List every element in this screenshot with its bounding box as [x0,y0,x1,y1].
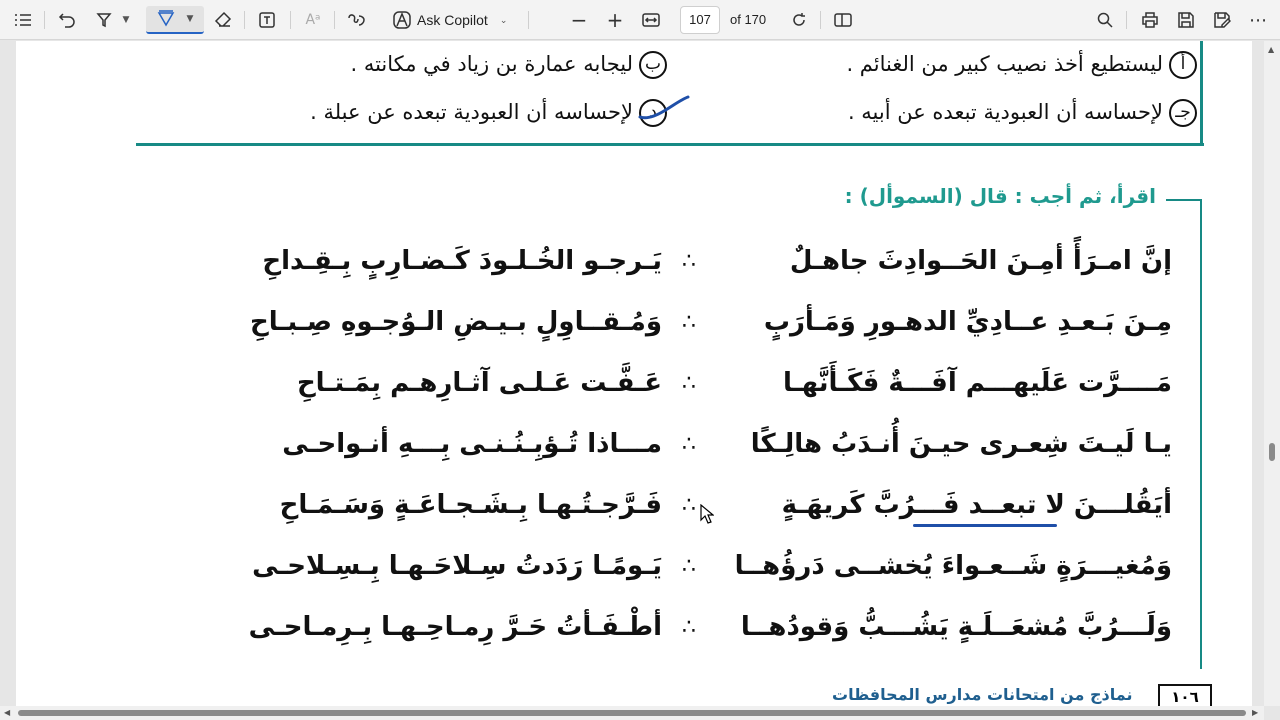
frame-border [1200,41,1203,146]
toolbar-divider [528,11,529,29]
answer-choice-a: أليستطيع أخذ نصيب كبير من الغنائم . [846,51,1197,79]
pdf-toolbar: ▼ ▼ Aᵃ Ask Copilot ⌄ − + 107 of 170 ⋯ [0,0,1280,40]
footer-text: نماذج من امتحانات مدارس المحافظات [832,685,1133,704]
verse-first-half: مَــــرَّت عَلَيهـــم آفَـــةٌ فَكَـأَنَ… [782,368,1172,398]
verse-second-half: يَـرجـو الخُـلـودَ كَـضـارِبٍ بِـقِـداحِ [262,246,662,276]
ask-copilot-button[interactable]: Ask Copilot ⌄ [393,6,515,34]
verse-separator: ∴ [682,615,696,640]
verse-second-half: يَـومًـا رَدَدتُ سِـلاحَـهـا بِـسِـلاحـى [252,551,662,581]
horizontal-scrollbar[interactable]: ◀ ▶ [0,706,1264,720]
eraser-icon[interactable] [210,6,236,34]
zoom-out-icon[interactable]: − [566,6,592,34]
scrollbar-thumb[interactable] [1269,443,1275,461]
verse-separator: ∴ [682,493,696,518]
search-icon[interactable] [1092,6,1118,34]
undo-icon[interactable] [54,6,80,34]
answer-choice-c: جـلإحساسه أن العبودية تبعده عن أبيه . [848,99,1197,127]
answer-text: ليستطيع أخذ نصيب كبير من الغنائم . [846,52,1163,76]
copilot-icon [393,11,411,29]
scroll-up-icon[interactable]: ▲ [1268,45,1274,54]
scroll-right-icon[interactable]: ▶ [1252,708,1258,717]
verse-second-half: وَمُـقــاوِلٍ بـيـضِ الـوُجـوهِ صِـبـاحِ [249,307,662,337]
verse-first-half: وَمُغيـــرَةٍ شَــعـواءَ يُخشــى دَرؤُهـ… [734,551,1172,581]
verse-separator: ∴ [682,310,696,335]
chevron-down-icon[interactable]: ▼ [123,15,130,25]
document-viewport[interactable]: أليستطيع أخذ نصيب كبير من الغنائم . بليج… [0,41,1264,706]
draw-filter-icon [157,10,174,27]
verse-separator: ∴ [682,371,696,396]
scrollbar-thumb[interactable] [18,710,1246,716]
choice-marker: جـ [1169,99,1197,127]
page-number-box: ١٠٦ [1158,684,1212,706]
toolbar-divider [334,11,335,29]
verse-separator: ∴ [682,432,696,457]
toolbar-divider [820,11,821,29]
scroll-left-icon[interactable]: ◀ [4,708,10,717]
contents-list-icon[interactable] [10,6,36,34]
more-options-icon[interactable]: ⋯ [1245,6,1271,34]
verse-separator: ∴ [682,249,696,274]
frame-border [136,143,1204,146]
add-text-icon[interactable] [254,6,280,34]
verse-first-half: إنَّ امـرَأً أمِـنَ الحَــوادِثَ جاهـلٌ [789,246,1172,276]
answer-text: ليجابه عمارة بن زياد في مكانته . [350,52,633,76]
toolbar-divider [1126,11,1127,29]
answer-text: لإحساسه أن العبودية تبعده عن عبلة . [310,100,633,124]
vertical-scrollbar[interactable]: ▲ [1264,41,1280,706]
draw-tool-button[interactable]: ▼ [146,6,204,34]
text-size-icon[interactable]: Aᵃ [300,6,326,34]
verse-first-half: يـا لَيـتَ شِعـرى حيـنَ أُنـدَبُ هالِـكً… [750,429,1172,459]
mouse-cursor-icon [700,504,714,524]
highlight-tool-button[interactable]: ▼ [88,6,136,34]
ink-check-mark [638,95,690,120]
rotate-icon[interactable] [786,6,812,34]
verse-first-half: مِـنَ بَـعـدِ عــادِيِّ الدهـورِ وَمَـأر… [763,307,1172,337]
page-count-label: of 170 [730,12,767,27]
chevron-down-icon[interactable]: ▼ [187,14,194,24]
read-aloud-icon[interactable] [344,6,370,34]
toolbar-divider [290,11,291,29]
verse-second-half: مـــاذا تُـؤبِـنُـنـى بِـــهِ أنـواحـى [282,429,662,459]
verse-second-half: أطْـفَـأتُ حَـرَّ رِمـاحِـهـا بِـرِمـاحـ… [248,612,662,642]
toolbar-divider [244,11,245,29]
verse-second-half: عَـفَّـت عَـلـى آثـارِهـم بِمَـتـاحِ [296,368,662,398]
pdf-page: أليستطيع أخذ نصيب كبير من الغنائم . بليج… [16,41,1252,706]
ink-underline [913,524,1057,527]
answer-choice-d: دلإحساسه أن العبودية تبعده عن عبلة . [310,99,667,127]
section-heading: اقرأ، ثم أجب : قال (السموأل) : [844,184,1156,208]
chevron-down-icon[interactable]: ⌄ [500,15,508,26]
fit-width-icon[interactable] [638,6,664,34]
verse-first-half: وَلَـــرُبَّ مُشعَــلَـةٍ يَشُـــبُّ وَق… [740,612,1172,642]
zoom-in-icon[interactable]: + [602,6,628,34]
toolbar-divider [44,11,45,29]
highlighter-icon [95,13,112,28]
page-view-icon[interactable] [830,6,856,34]
answer-text: لإحساسه أن العبودية تبعده عن أبيه . [847,100,1163,124]
verse-second-half: فَـرَّجـتُـهـا بِـشَـجـاعَـةٍ وَسَـمَـاح… [279,490,662,520]
choice-marker: أ [1169,51,1197,79]
save-icon[interactable] [1173,6,1199,34]
page-number-input[interactable]: 107 [680,6,720,34]
verse-first-half: أيَقُلـــنَ لا تبعــد فَـــرُبَّ كَريهَـ… [781,490,1172,520]
frame-border [1200,199,1202,669]
ask-copilot-label: Ask Copilot [417,12,488,28]
save-as-icon[interactable] [1209,6,1235,34]
verse-separator: ∴ [682,554,696,579]
frame-border [1166,199,1202,201]
choice-marker: ب [639,51,667,79]
print-icon[interactable] [1137,6,1163,34]
answer-choice-b: بليجابه عمارة بن زياد في مكانته . [350,51,667,79]
